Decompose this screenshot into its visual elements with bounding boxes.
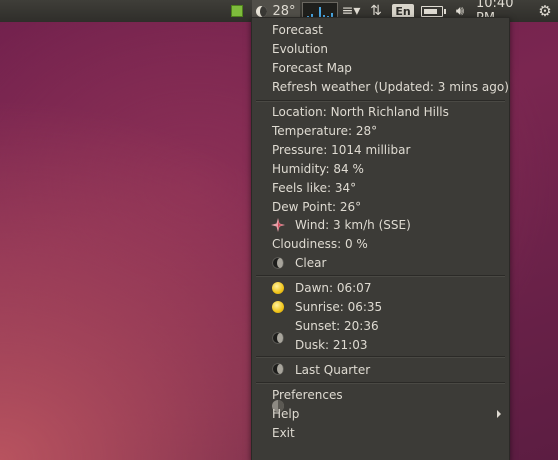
wind-text[interactable]: Wind: 3 km/h (SSE) [295, 216, 411, 234]
moon-icon [256, 5, 268, 17]
submenu-arrow-icon [497, 410, 501, 418]
condition-text[interactable]: Clear [295, 254, 326, 272]
menu-separator [256, 100, 505, 102]
menu-item-evolution[interactable]: Evolution [272, 40, 328, 58]
green-square-icon [231, 5, 243, 17]
dusk-text[interactable]: Dusk: 21:03 [295, 336, 368, 354]
menu-item-forecast-map[interactable]: Forecast Map [272, 59, 352, 77]
cloudiness-text[interactable]: Cloudiness: 0 % [272, 235, 368, 253]
sunset-moon-icon [272, 332, 284, 344]
menu-separator [256, 382, 505, 384]
gear-icon[interactable]: ⚙ [536, 0, 554, 22]
menu-item-preferences[interactable]: Preferences [272, 386, 343, 404]
sunrise-sun-icon [272, 301, 284, 313]
menu-separator [256, 275, 505, 277]
humidity-text[interactable]: Humidity: 84 % [272, 160, 364, 178]
temperature-text[interactable]: Temperature: 28° [272, 122, 377, 140]
pressure-text[interactable]: Pressure: 1014 millibar [272, 141, 410, 159]
weather-menu: Forecast Evolution Forecast Map Refresh … [251, 17, 510, 460]
indicator-green-icon[interactable] [230, 0, 244, 22]
feels-like-text[interactable]: Feels like: 34° [272, 179, 356, 197]
dew-point-text[interactable]: Dew Point: 26° [272, 198, 361, 216]
sunrise-text[interactable]: Sunrise: 06:35 [295, 298, 382, 316]
location-text[interactable]: Location: North Richland Hills [272, 103, 449, 121]
moon-phase-text[interactable]: Last Quarter [295, 361, 370, 379]
menu-item-refresh-weather[interactable]: Refresh weather (Updated: 3 mins ago) [272, 78, 509, 96]
sunset-text[interactable]: Sunset: 20:36 [295, 317, 379, 335]
dawn-text[interactable]: Dawn: 06:07 [295, 279, 371, 297]
menu-item-exit[interactable]: Exit [272, 424, 295, 442]
dawn-sun-icon [272, 282, 284, 294]
clear-night-icon [272, 257, 284, 269]
menu-separator [256, 356, 505, 358]
wind-direction-icon [271, 218, 285, 232]
menu-item-help[interactable]: Help [272, 405, 299, 423]
dusk-moon-icon [272, 363, 284, 375]
battery-icon [421, 5, 446, 17]
menu-item-forecast[interactable]: Forecast [272, 21, 323, 39]
